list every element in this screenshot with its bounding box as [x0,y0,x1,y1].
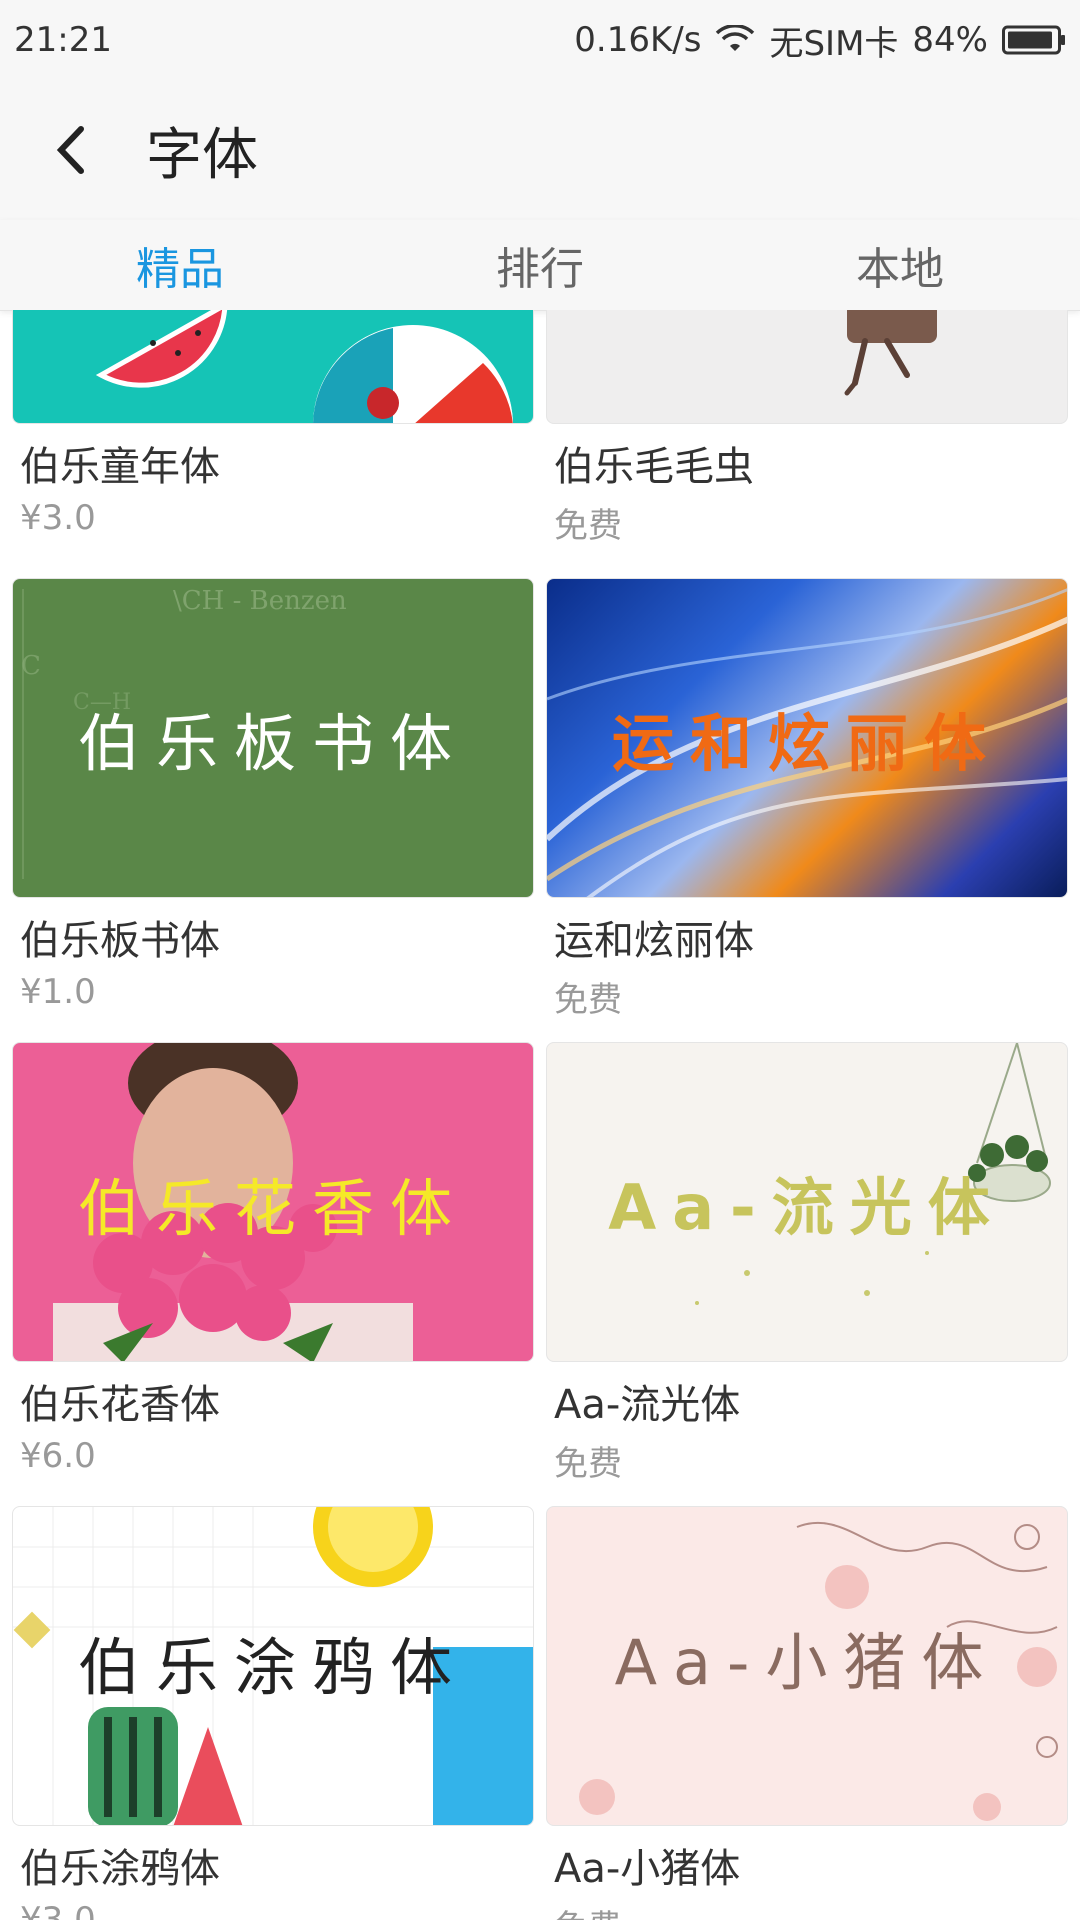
font-preview-text: 伯乐涂鸦体 [77,1631,468,1704]
font-name: Aa-流光体 [554,1382,741,1428]
font-thumbnail [546,310,1068,424]
font-price: ¥3.0 [20,498,96,538]
font-thumbnail: Aa-小猪体 [546,1506,1068,1826]
tab-featured[interactable]: 精品 [0,220,360,310]
font-price: 免费 [554,1900,1068,1920]
font-card[interactable]: 伯乐童年体 ¥3.0 [12,310,534,538]
font-name: 伯乐童年体 [20,444,220,490]
font-preview-text: 伯乐板书体 [77,707,468,780]
font-preview-text: Aa-小猪体 [614,1626,1000,1699]
font-price: ¥3.0 [20,1900,96,1920]
font-price: 免费 [554,980,622,1020]
font-thumbnail: 运和炫丽体 [546,578,1068,898]
font-grid: 伯乐童年体 ¥3.0 伯乐毛毛虫 免费 \CH - Benzen C C—H 伯… [0,310,1080,1920]
status-time: 21:21 [14,20,112,60]
font-name: 伯乐花香体 [20,1382,220,1428]
font-thumbnail [12,310,534,424]
battery-percent: 84% [912,20,988,60]
font-price: 免费 [554,506,622,546]
font-card[interactable]: 伯乐毛毛虫 免费 [546,310,1068,547]
font-name: 伯乐毛毛虫 [554,444,754,490]
font-preview-text: 伯乐花香体 [77,1172,468,1245]
font-card[interactable]: 伯乐花香体 伯乐花香体 ¥6.0 [12,1042,534,1476]
status-bar: 21:21 0.16K/s 无SIM卡 84% [0,0,1080,80]
font-name: 伯乐板书体 [20,918,220,964]
font-card[interactable]: Aa-流光体 Aa-流光体 免费 [546,1042,1068,1485]
caterpillar-illustration [844,310,937,396]
tab-local[interactable]: 本地 [720,220,1080,310]
font-price: 免费 [554,1444,622,1484]
font-name: 伯乐涂鸦体 [20,1846,220,1892]
page-title: 字体 [146,122,258,188]
svg-text:\CH - Benzen: \CH - Benzen [173,586,347,616]
font-thumbnail: 伯乐涂鸦体 [12,1506,534,1826]
font-thumbnail: Aa-流光体 [546,1042,1068,1362]
back-button[interactable] [36,115,106,185]
network-speed: 0.16K/s [574,20,702,60]
watermelon-beachball-illustration [95,310,513,423]
font-name: Aa-小猪体 [554,1846,741,1892]
font-card[interactable]: 运和炫丽体 运和炫丽体 免费 [546,578,1068,1021]
chevron-left-icon [56,126,84,174]
font-thumbnail: \CH - Benzen C C—H 伯乐板书体 [12,578,534,898]
sim-status: 无SIM卡 [769,23,899,64]
font-price: ¥1.0 [20,972,96,1012]
font-thumbnail: 伯乐花香体 [12,1042,534,1362]
font-card[interactable]: Aa-小猪体 Aa-小猪体 免费 [546,1506,1068,1920]
tab-bar: 精品 排行 本地 [0,220,1080,311]
wifi-icon [716,25,755,51]
font-name: 运和炫丽体 [554,918,754,964]
battery-icon [1002,25,1065,55]
tab-ranking[interactable]: 排行 [360,220,720,310]
font-price: ¥6.0 [20,1436,96,1476]
font-card[interactable]: \CH - Benzen C C—H 伯乐板书体 伯乐板书体 ¥1.0 [12,578,534,1012]
status-right: 0.16K/s 无SIM卡 84% [574,16,1066,65]
font-card[interactable]: 伯乐涂鸦体 伯乐涂鸦体 ¥3.0 [12,1506,534,1920]
app-bar: 字体 [0,80,1080,220]
font-preview-text: Aa-流光体 [608,1171,1006,1244]
font-preview-text: 运和炫丽体 [611,707,1002,780]
